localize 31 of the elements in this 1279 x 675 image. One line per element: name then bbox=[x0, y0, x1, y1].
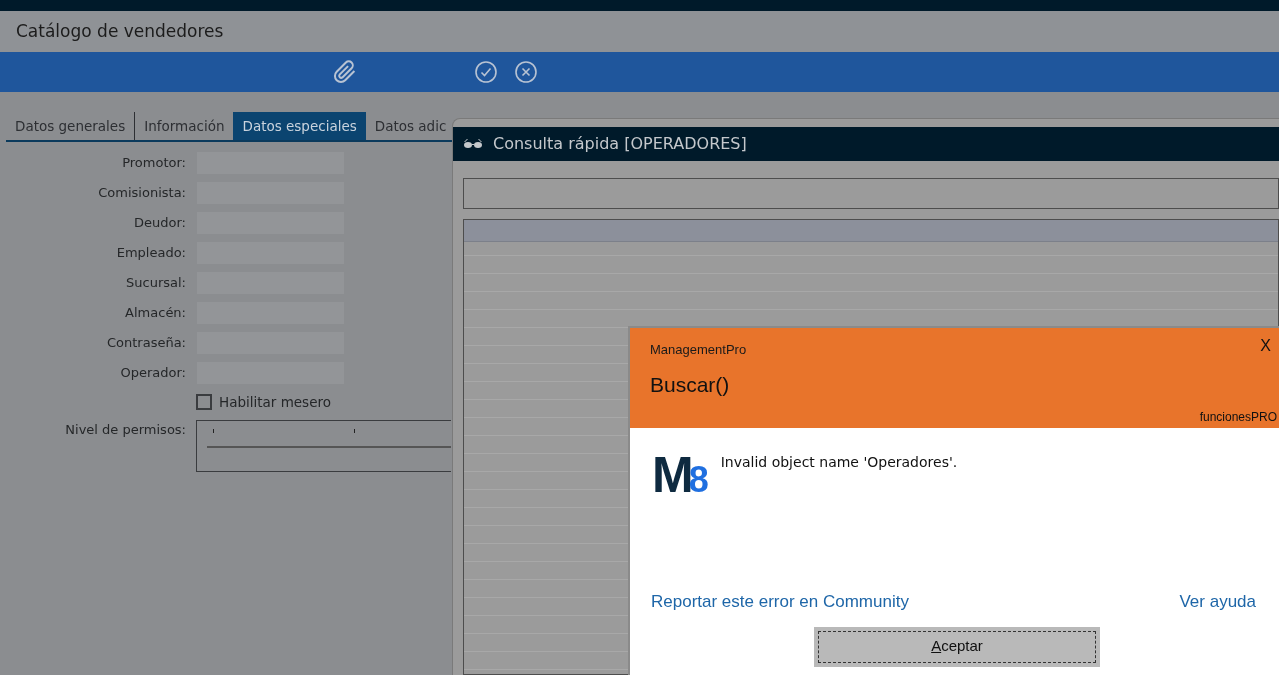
permissions-label: Nivel de permisos: bbox=[64, 421, 187, 440]
paperclip-icon[interactable] bbox=[333, 60, 357, 84]
field-label: Empleado: bbox=[115, 244, 187, 263]
close-circle-icon[interactable] bbox=[514, 60, 538, 84]
field-label: Deudor: bbox=[133, 214, 187, 233]
window-title: Catálogo de vendedores bbox=[16, 19, 224, 43]
dialog-title: Buscar() bbox=[650, 371, 731, 398]
field-label: Contraseña: bbox=[105, 334, 187, 353]
field-label: Almacén: bbox=[124, 304, 187, 323]
app-logo: M8 bbox=[652, 452, 709, 500]
dialog-source: funcionesPRO bbox=[1199, 409, 1277, 426]
tab[interactable]: Información bbox=[135, 112, 234, 140]
error-message: Invalid object name 'Operadores'. bbox=[720, 453, 958, 472]
field-label: Comisionista: bbox=[97, 184, 187, 203]
checkbox-label: Habilitar mesero bbox=[219, 393, 331, 412]
help-link[interactable]: Ver ayuda bbox=[1179, 589, 1256, 615]
lookup-window-title: Consulta rápida [OPERADORES] bbox=[493, 133, 747, 155]
field-label: Sucursal: bbox=[125, 274, 187, 293]
tab[interactable]: Datos adic bbox=[365, 112, 456, 140]
check-circle-icon[interactable] bbox=[474, 60, 498, 84]
tab[interactable]: Datos especiales bbox=[233, 112, 366, 140]
close-button[interactable]: X bbox=[1260, 334, 1271, 358]
eyeglasses-icon bbox=[463, 138, 483, 150]
report-link[interactable]: Reportar este error en Community bbox=[651, 589, 909, 615]
field-label: Operador: bbox=[119, 364, 187, 383]
field-label: Promotor: bbox=[121, 154, 187, 173]
accept-button[interactable]: Aceptar bbox=[814, 626, 1100, 667]
checkbox[interactable] bbox=[196, 394, 212, 411]
dialog-app-name: ManagementPro bbox=[650, 341, 748, 359]
tab[interactable]: Datos generales bbox=[6, 112, 136, 140]
search-field[interactable] bbox=[463, 178, 1279, 209]
